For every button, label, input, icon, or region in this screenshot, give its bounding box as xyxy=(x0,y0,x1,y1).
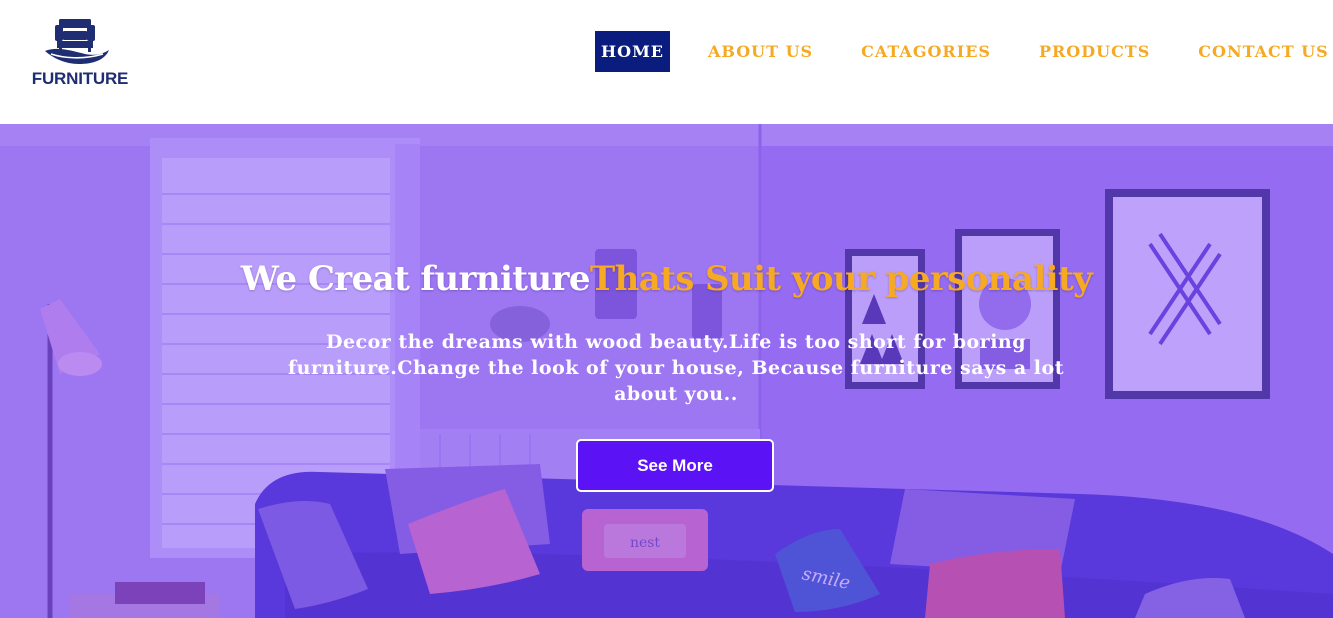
hero-title-part-2: Thats Suit your personality xyxy=(589,259,1093,299)
main-nav: HOME ABOUT US CATAGORIES PRODUCTS CONTAC… xyxy=(595,31,1329,72)
nav-about-us[interactable]: ABOUT US xyxy=(708,31,813,72)
brand-name: FURNITURE xyxy=(31,69,129,88)
see-more-button[interactable]: See More xyxy=(576,439,774,492)
nav-products[interactable]: PRODUCTS xyxy=(1039,31,1150,72)
hero-title: We Creat furnitureThats Suit your person… xyxy=(0,257,1333,301)
hero-title-part-1: We Creat furniture xyxy=(240,259,591,299)
hero-description: Decor the dreams with wood beauty.Life i… xyxy=(288,331,1064,405)
site-header: FURNITURE HOME ABOUT US CATAGORIES PRODU… xyxy=(0,0,1333,124)
nav-home[interactable]: HOME xyxy=(595,31,670,72)
sofa-logo-icon xyxy=(45,19,109,64)
hero-banner: nest smile We Creat furnitureThats Suit … xyxy=(0,124,1333,618)
nav-contact-us[interactable]: CONTACT US xyxy=(1198,31,1328,72)
brand-logo[interactable]: FURNITURE xyxy=(30,18,130,90)
nav-catagories[interactable]: CATAGORIES xyxy=(861,31,991,72)
